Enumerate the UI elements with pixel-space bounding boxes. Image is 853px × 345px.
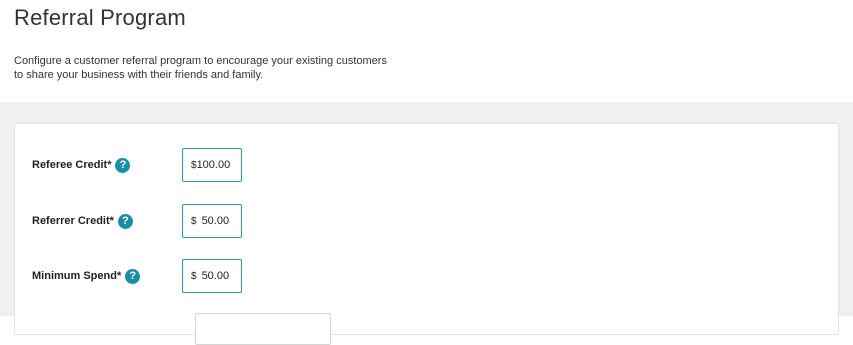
- minimum-spend-label: Minimum Spend* ?: [32, 268, 182, 284]
- referee-credit-input[interactable]: $100.00: [182, 148, 242, 182]
- description-line: to share your business with their friend…: [14, 69, 264, 81]
- help-icon[interactable]: ?: [117, 213, 133, 229]
- referrer-credit-row: Referrer Credit* ? $50.00: [32, 203, 242, 239]
- minimum-spend-amount: 50.00: [201, 270, 230, 282]
- referrer-credit-label-text: Referrer Credit*: [32, 215, 114, 227]
- help-icon[interactable]: ?: [125, 268, 141, 284]
- page-description: Configure a customer referral program to…: [14, 54, 434, 82]
- referee-credit-amount: 100.00: [196, 159, 231, 171]
- currency-symbol: $: [191, 215, 197, 227]
- minimum-spend-input[interactable]: $50.00: [182, 259, 242, 293]
- referral-settings-card: Referee Credit* ? $100.00 Referrer Credi…: [14, 123, 839, 345]
- minimum-spend-row: Minimum Spend* ? $50.00: [32, 258, 242, 294]
- page-header: Referral Program Configure a customer re…: [0, 0, 853, 102]
- help-icon[interactable]: ?: [115, 157, 131, 173]
- settings-area: Referee Credit* ? $100.00 Referrer Credi…: [0, 102, 853, 345]
- referrer-credit-label: Referrer Credit* ?: [32, 213, 182, 229]
- currency-symbol: $: [191, 270, 197, 282]
- referee-credit-label-text: Referee Credit*: [32, 159, 112, 171]
- description-line: Configure a customer referral program to…: [14, 55, 387, 67]
- referrer-credit-input[interactable]: $50.00: [182, 204, 242, 238]
- referrer-credit-amount: 50.00: [201, 215, 230, 227]
- page-title: Referral Program: [14, 5, 186, 30]
- partially-visible-input[interactable]: [195, 313, 331, 345]
- referee-credit-label: Referee Credit* ?: [32, 157, 182, 173]
- referee-credit-row: Referee Credit* ? $100.00: [32, 147, 242, 183]
- minimum-spend-label-text: Minimum Spend*: [32, 270, 122, 282]
